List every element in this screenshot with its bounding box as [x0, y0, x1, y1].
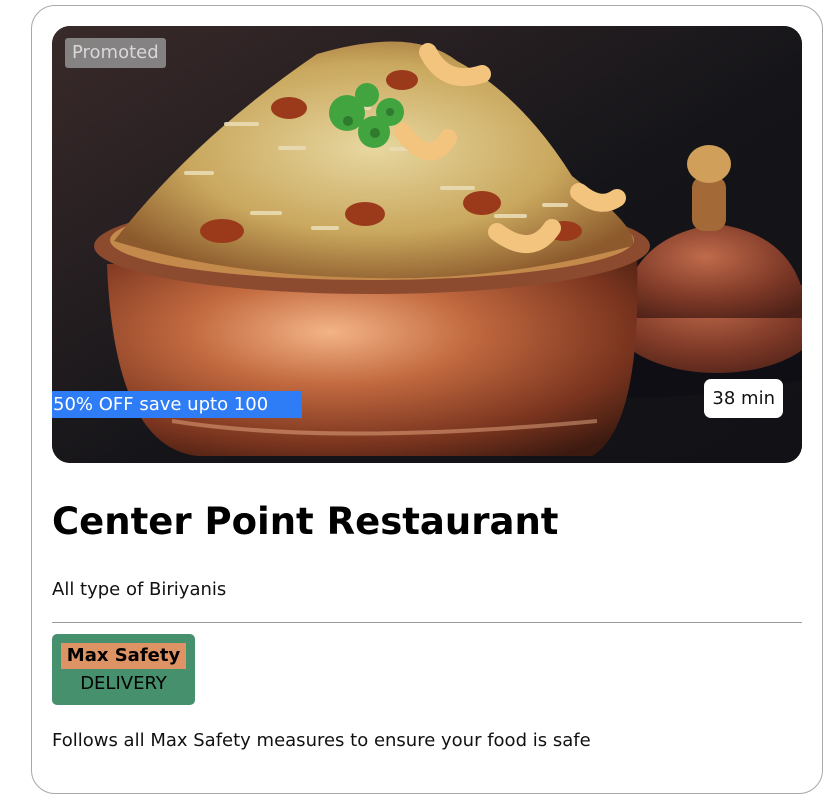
max-safety-title: Max Safety — [61, 643, 186, 669]
max-safety-delivery-badge: Max Safety DELIVERY — [52, 634, 195, 705]
cuisine-description: All type of Biriyanis — [52, 579, 227, 600]
safety-description: Follows all Max Safety measures to ensur… — [52, 730, 591, 751]
delivery-label: DELIVERY — [80, 673, 167, 694]
divider — [52, 622, 802, 623]
restaurant-image[interactable]: Promoted 50% OFF save upto 100 38 min — [52, 26, 802, 463]
promoted-badge: Promoted — [65, 38, 166, 68]
restaurant-name[interactable]: Center Point Restaurant — [52, 500, 558, 543]
delivery-time-badge: 38 min — [704, 379, 783, 418]
offer-banner: 50% OFF save upto 100 — [52, 391, 302, 418]
restaurant-card[interactable]: Promoted 50% OFF save upto 100 38 min Ce… — [31, 5, 823, 794]
